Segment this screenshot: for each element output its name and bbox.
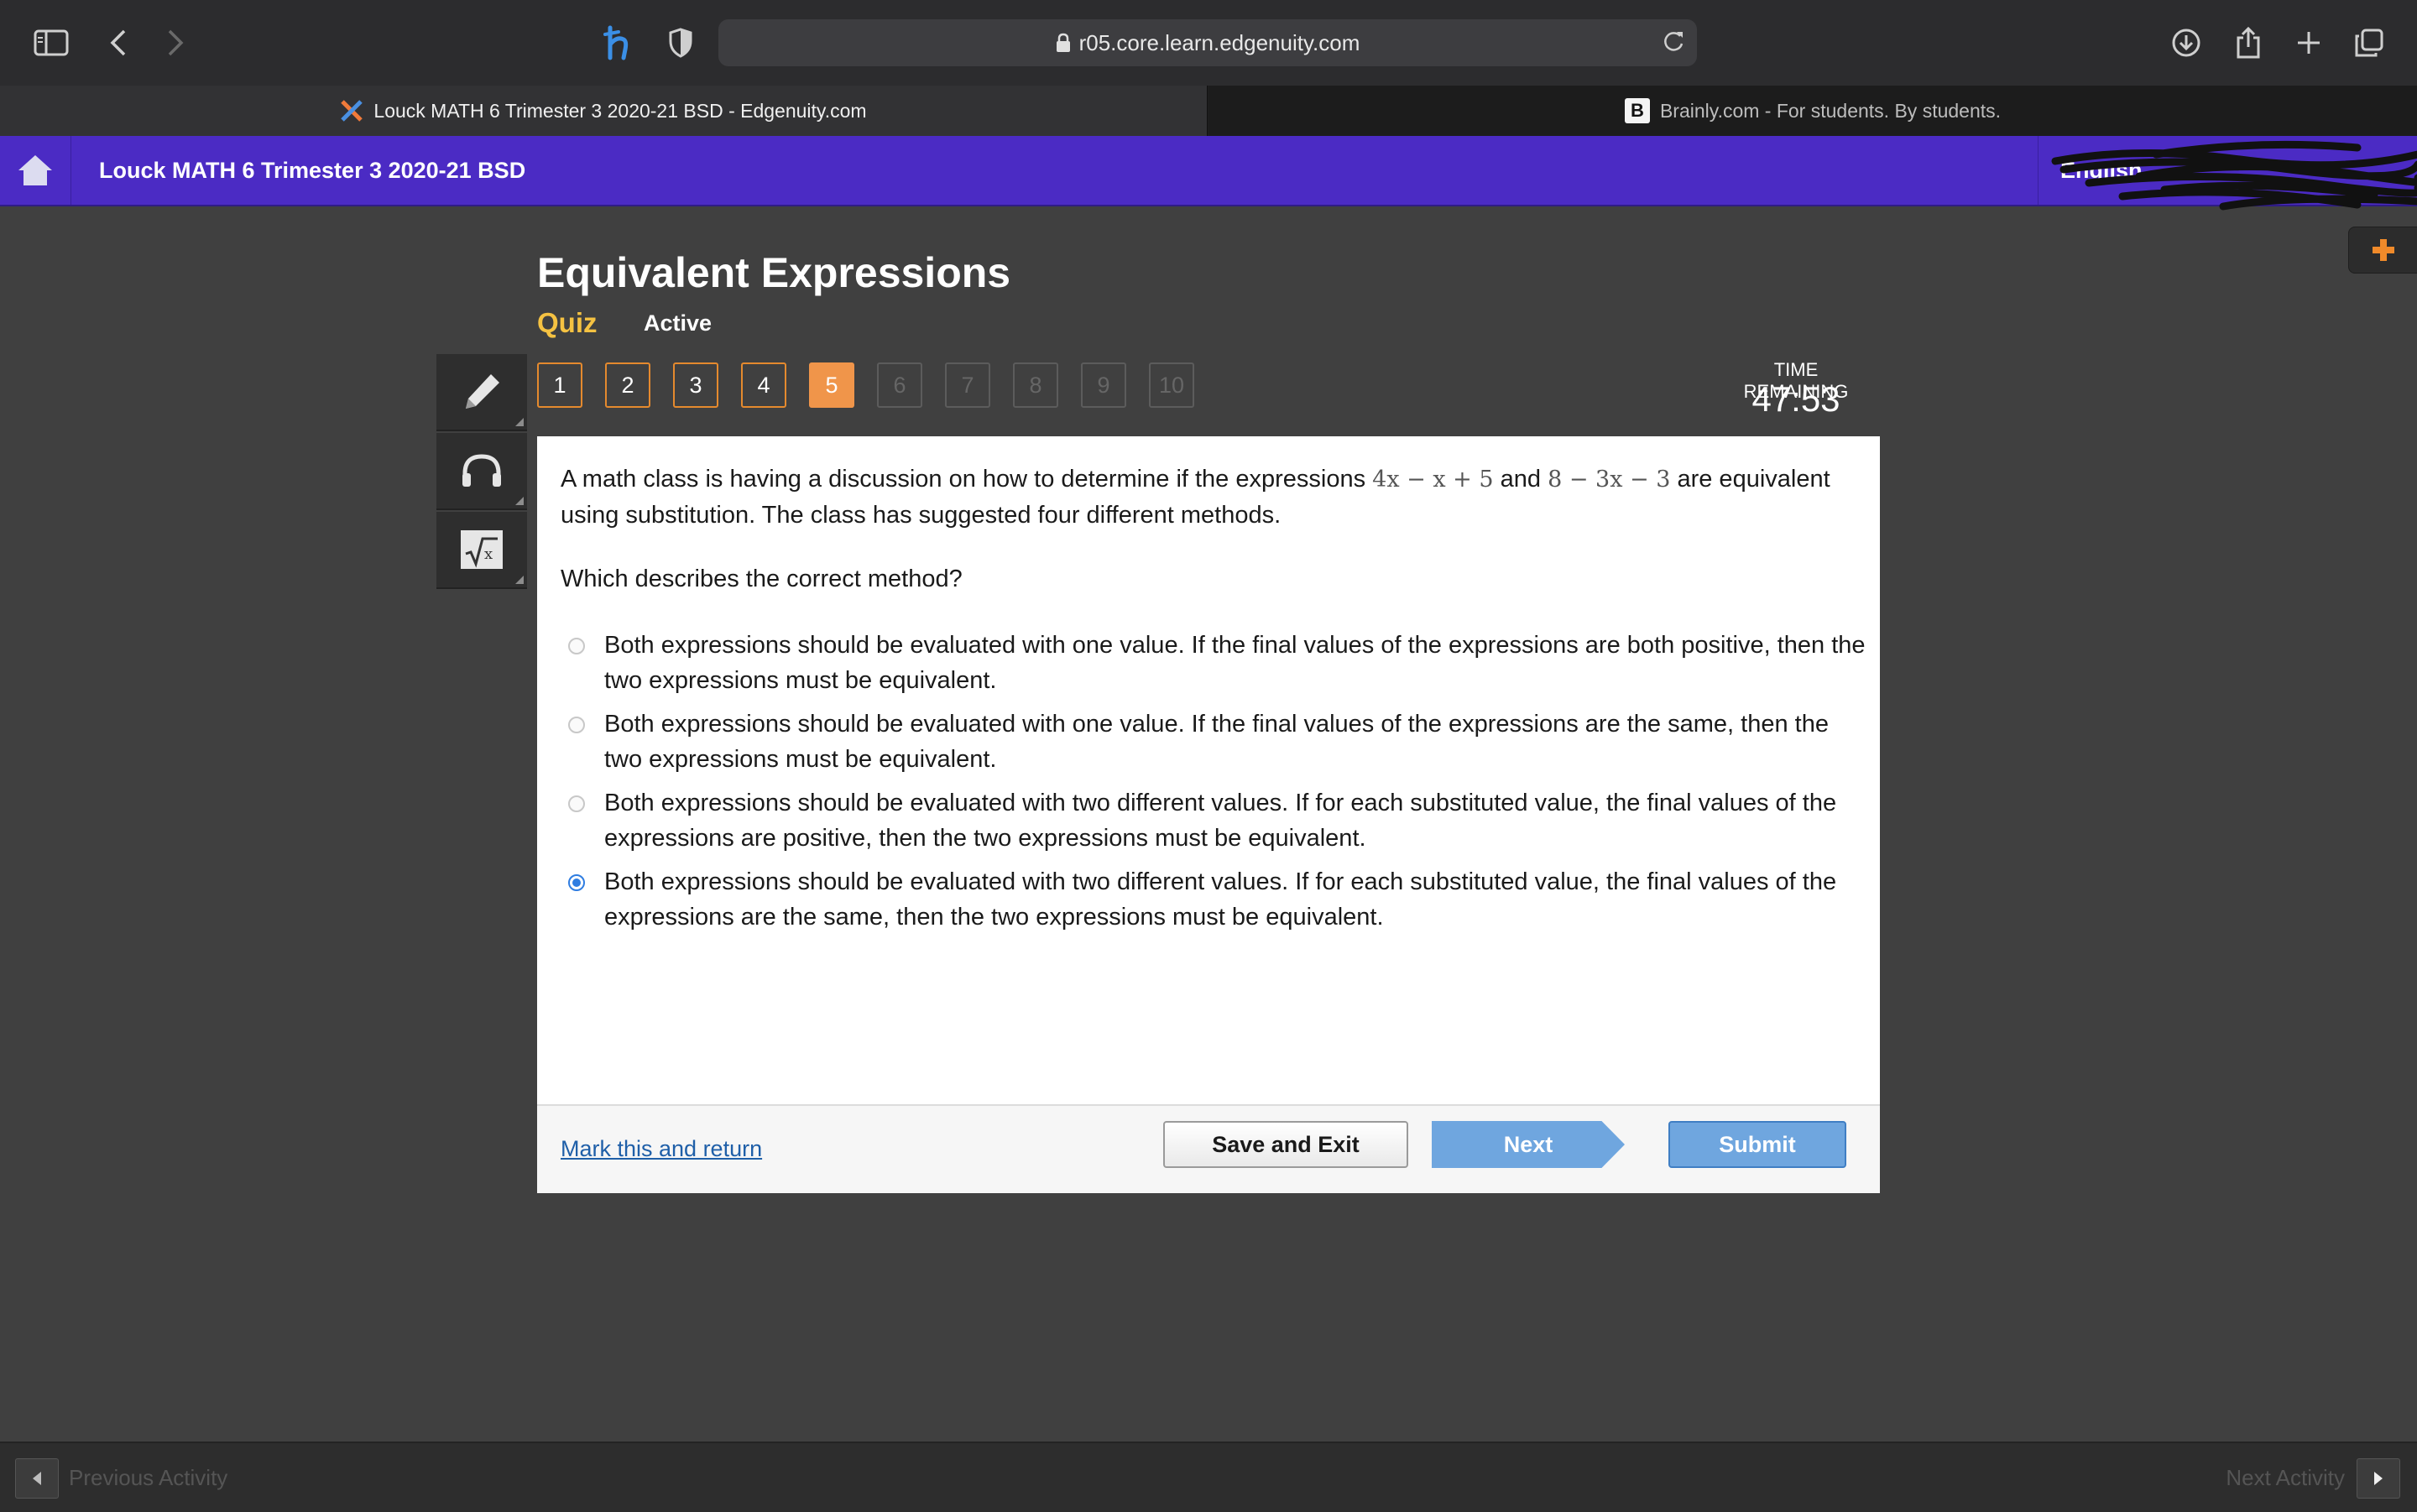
activity-status: Active xyxy=(644,310,713,336)
headphones-icon xyxy=(462,454,501,487)
expression-1: 4x − x + 5 xyxy=(1372,467,1494,493)
sidebar-toggle-icon[interactable] xyxy=(30,22,72,64)
caret-left-icon xyxy=(33,1472,41,1485)
expand-tools-button[interactable] xyxy=(2348,227,2417,274)
plus-icon xyxy=(2373,239,2394,261)
question-footer: Mark this and return Save and Exit Next … xyxy=(537,1104,1880,1193)
expression-2: 8 − 3x − 3 xyxy=(1548,467,1671,493)
question-nav-2[interactable]: 2 xyxy=(605,362,650,408)
forward-icon[interactable] xyxy=(154,22,196,64)
tab-bar: Louck MATH 6 Trimester 3 2020-21 BSD - E… xyxy=(0,86,2417,136)
question-nav-1[interactable]: 1 xyxy=(537,362,582,408)
extension-h-icon[interactable] xyxy=(598,22,639,64)
activity-navigation-bar: Previous Activity Next Activity xyxy=(0,1442,2417,1512)
downloads-icon[interactable] xyxy=(2165,22,2207,64)
language-selector[interactable]: English xyxy=(2038,136,2417,211)
answer-text-4: Both expressions should be evaluated wit… xyxy=(604,868,1837,931)
pencil-icon xyxy=(466,374,499,409)
stem-text-2: and xyxy=(1493,466,1548,493)
stem-text-1: A math class is having a discussion on h… xyxy=(561,466,1373,493)
tab-overview-icon[interactable] xyxy=(2348,22,2390,64)
caret-right-icon xyxy=(2374,1472,2383,1485)
tab-brainly[interactable]: B Brainly.com - For students. By student… xyxy=(1208,86,2417,136)
answer-text-3: Both expressions should be evaluated wit… xyxy=(604,790,1837,852)
question-nav-4[interactable]: 4 xyxy=(741,362,786,408)
share-icon[interactable] xyxy=(2227,22,2269,64)
question-nav-5[interactable]: 5 xyxy=(809,362,854,408)
question-panel: A math class is having a discussion on h… xyxy=(537,436,1880,1193)
submit-button[interactable]: Submit xyxy=(1668,1121,1846,1168)
tab-title: Brainly.com - For students. By students. xyxy=(1659,99,2002,122)
mark-and-return-link[interactable]: Mark this and return xyxy=(561,1136,762,1162)
question-nav-3[interactable]: 3 xyxy=(673,362,718,408)
edgenuity-favicon-icon xyxy=(340,99,363,123)
radio-button-4[interactable] xyxy=(568,874,585,891)
save-and-exit-button[interactable]: Save and Exit xyxy=(1163,1121,1408,1168)
previous-activity-label[interactable]: Previous Activity xyxy=(69,1443,227,1512)
answer-option-4[interactable]: Both expressions should be evaluated wit… xyxy=(561,864,1870,935)
tab-edgenuity[interactable]: Louck MATH 6 Trimester 3 2020-21 BSD - E… xyxy=(0,86,1208,136)
radio-button-3[interactable] xyxy=(568,795,585,812)
radio-button-2[interactable] xyxy=(568,717,585,733)
square-root-icon: x xyxy=(461,530,503,569)
next-activity-label[interactable]: Next Activity xyxy=(2226,1443,2345,1512)
question-prompt: Which describes the correct method? xyxy=(561,566,963,592)
address-bar[interactable]: r05.core.learn.edgenuity.com xyxy=(718,19,1697,66)
svg-text:x: x xyxy=(484,545,493,563)
answer-text-2: Both expressions should be evaluated wit… xyxy=(604,711,1829,773)
math-tool-button[interactable]: x xyxy=(436,512,527,589)
answer-option-3[interactable]: Both expressions should be evaluated wit… xyxy=(561,785,1870,856)
redaction-scribble xyxy=(2051,140,2417,211)
back-icon[interactable] xyxy=(97,22,139,64)
next-activity-button[interactable] xyxy=(2357,1458,2400,1499)
home-button[interactable] xyxy=(0,136,71,205)
home-icon xyxy=(18,155,52,185)
question-nav-6: 6 xyxy=(877,362,922,408)
question-nav-10: 10 xyxy=(1149,362,1194,408)
answer-option-2[interactable]: Both expressions should be evaluated wit… xyxy=(561,706,1870,777)
brainly-favicon-icon: B xyxy=(1624,98,1650,123)
question-navigation: 1 2 3 4 5 6 7 8 9 10 xyxy=(537,362,1194,408)
question-nav-8: 8 xyxy=(1013,362,1058,408)
radio-button-1[interactable] xyxy=(568,638,585,654)
previous-activity-button[interactable] xyxy=(15,1458,59,1499)
activity-type: Quiz xyxy=(537,307,598,338)
new-tab-icon[interactable] xyxy=(2288,22,2330,64)
audio-tool-button[interactable] xyxy=(436,433,527,510)
answer-text-1: Both expressions should be evaluated wit… xyxy=(604,632,1866,694)
privacy-shield-icon[interactable] xyxy=(660,22,702,64)
course-title: Louck MATH 6 Trimester 3 2020-21 BSD xyxy=(99,158,526,183)
time-remaining-value: 47:53 xyxy=(1751,379,1840,419)
url-text: r05.core.learn.edgenuity.com xyxy=(1078,29,1360,55)
question-nav-7: 7 xyxy=(945,362,990,408)
lock-icon xyxy=(1056,33,1070,52)
question-nav-9: 9 xyxy=(1081,362,1126,408)
next-button[interactable]: Next xyxy=(1432,1121,1625,1168)
pencil-tool-button[interactable] xyxy=(436,354,527,431)
reload-icon[interactable] xyxy=(1662,29,1685,59)
site-header: Louck MATH 6 Trimester 3 2020-21 BSD Eng… xyxy=(0,136,2417,211)
answer-options: Both expressions should be evaluated wit… xyxy=(561,628,1870,943)
browser-toolbar: r05.core.learn.edgenuity.com xyxy=(0,0,2417,86)
activity-title: Equivalent Expressions xyxy=(537,249,1011,296)
tools-panel: x xyxy=(436,354,527,591)
answer-option-1[interactable]: Both expressions should be evaluated wit… xyxy=(561,628,1870,698)
tab-title: Louck MATH 6 Trimester 3 2020-21 BSD - E… xyxy=(373,99,867,122)
question-stem: A math class is having a discussion on h… xyxy=(561,461,1861,533)
